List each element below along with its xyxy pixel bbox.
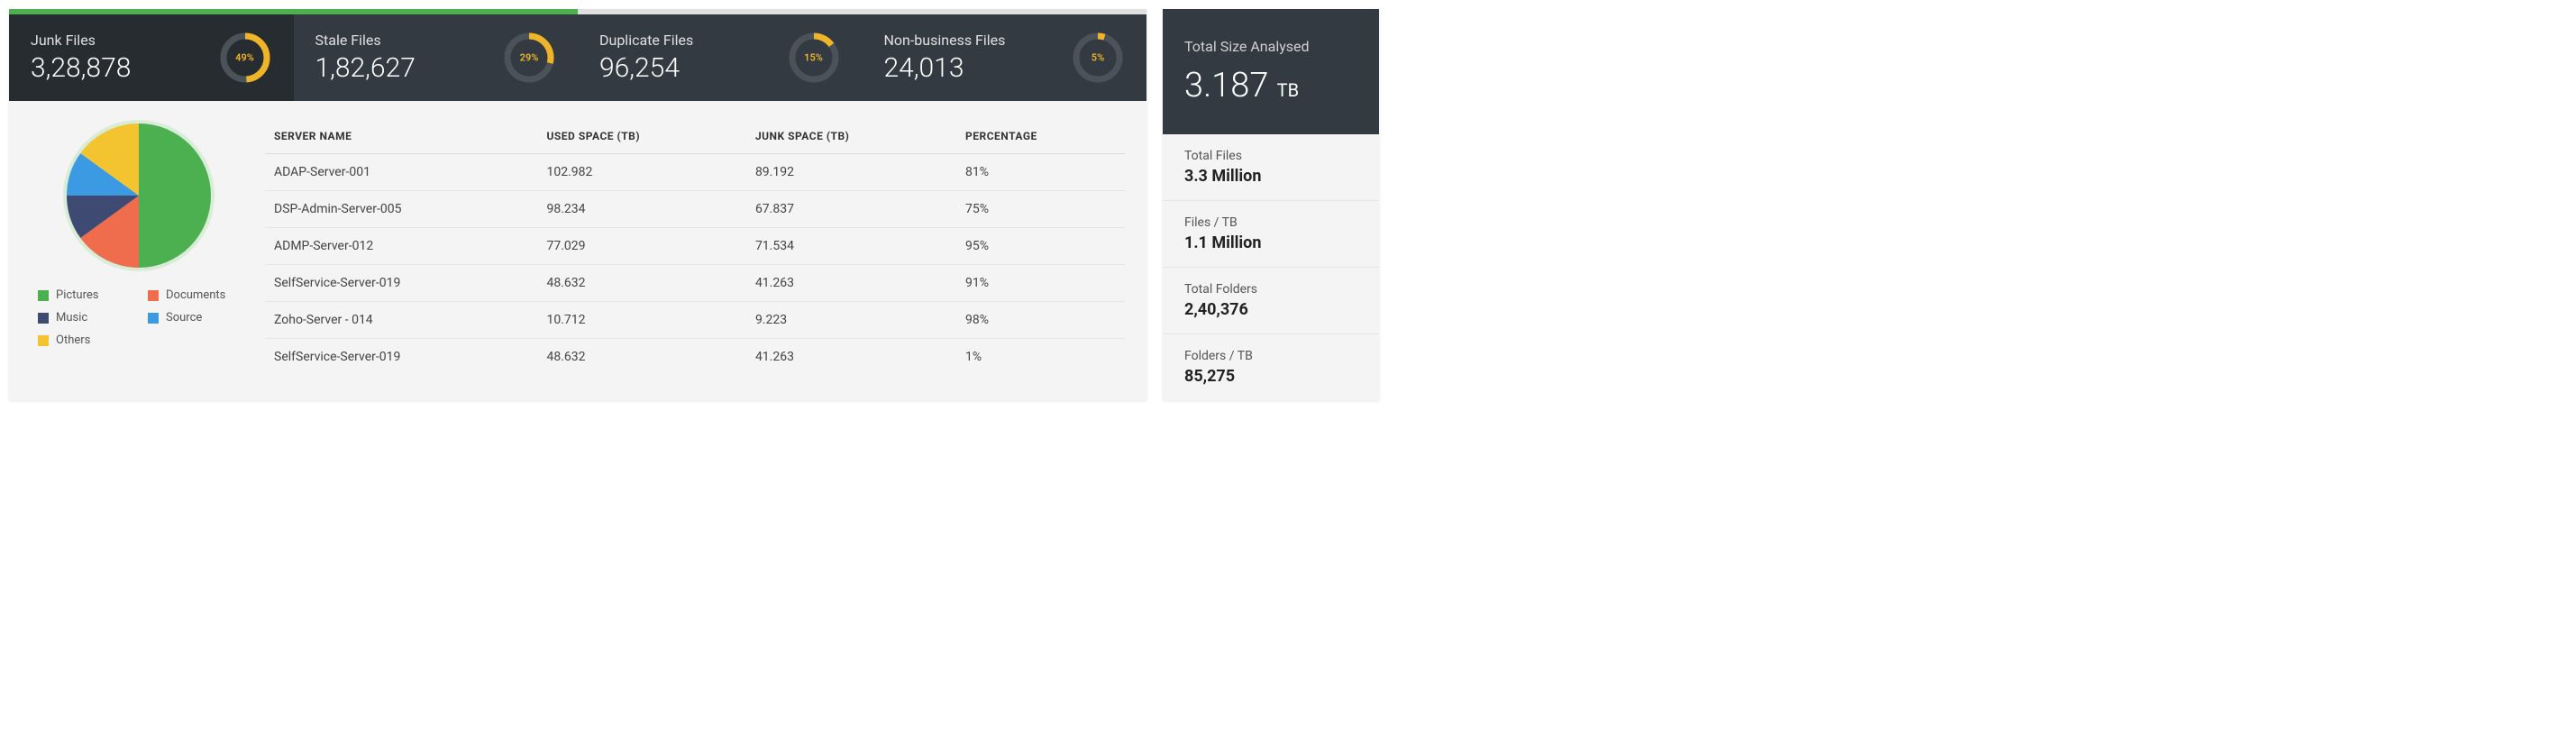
total-size-card: Total Size Analysed 3.187 TB: [1163, 9, 1379, 134]
table-row[interactable]: Zoho-Server - 01410.7129.22398%: [265, 302, 1125, 339]
info-card: Folders / TB 85,275: [1163, 334, 1379, 400]
table-row[interactable]: ADAP-Server-001102.98289.19281%: [265, 154, 1125, 191]
table-cell: 67.837: [746, 191, 956, 228]
table-cell: 98.234: [538, 191, 746, 228]
info-label: Total Folders: [1184, 282, 1357, 297]
table-cell: 41.263: [746, 265, 956, 302]
stat-label: Duplicate Files: [599, 32, 693, 49]
table-header: USED SPACE (TB): [538, 119, 746, 154]
info-card: Total Files 3.3 Million: [1163, 134, 1379, 201]
stat-card-stale-files[interactable]: Stale Files 1,82,627 29%: [294, 14, 579, 101]
legend-label: Documents: [166, 288, 225, 302]
donut-percent: 5%: [1092, 52, 1104, 64]
server-table-section: SERVER NAMEUSED SPACE (TB)JUNK SPACE (TB…: [265, 119, 1125, 375]
stat-value: 3,28,878: [31, 52, 131, 84]
donut-chart: 5%: [1071, 31, 1125, 85]
legend-swatch: [148, 290, 159, 301]
legend-item: Music: [38, 311, 130, 324]
stat-card-junk-files[interactable]: Junk Files 3,28,878 49%: [9, 14, 294, 101]
pie-chart: [62, 119, 215, 272]
table-cell: 95%: [956, 228, 1125, 265]
total-size-label: Total Size Analysed: [1184, 38, 1357, 55]
legend-swatch: [38, 335, 49, 346]
legend-swatch: [148, 313, 159, 324]
legend-label: Pictures: [56, 288, 98, 302]
table-cell: 102.982: [538, 154, 746, 191]
info-value: 3.3 Million: [1184, 167, 1357, 186]
donut-chart: 29%: [502, 31, 556, 85]
table-cell: 10.712: [538, 302, 746, 339]
info-value: 85,275: [1184, 367, 1357, 386]
table-cell: SelfService-Server-019: [265, 265, 538, 302]
table-row[interactable]: SelfService-Server-01948.63241.2631%: [265, 339, 1125, 376]
donut-chart: 15%: [787, 31, 841, 85]
table-cell: 75%: [956, 191, 1125, 228]
table-cell: 9.223: [746, 302, 956, 339]
table-row[interactable]: DSP-Admin-Server-00598.23467.83775%: [265, 191, 1125, 228]
table-header: SERVER NAME: [265, 119, 538, 154]
donut-percent: 49%: [235, 52, 254, 64]
legend-label: Source: [166, 311, 202, 324]
table-cell: 48.632: [538, 265, 746, 302]
legend-item: Source: [148, 311, 240, 324]
table-cell: 1%: [956, 339, 1125, 376]
legend-label: Others: [56, 333, 90, 347]
table-cell: 48.632: [538, 339, 746, 376]
table-cell: 81%: [956, 154, 1125, 191]
table-cell: DSP-Admin-Server-005: [265, 191, 538, 228]
info-card: Total Folders 2,40,376: [1163, 268, 1379, 334]
stat-label: Junk Files: [31, 32, 131, 49]
info-card: Files / TB 1.1 Million: [1163, 201, 1379, 268]
table-cell: SelfService-Server-019: [265, 339, 538, 376]
info-label: Folders / TB: [1184, 349, 1357, 363]
stat-label: Stale Files: [315, 32, 416, 49]
info-label: Total Files: [1184, 149, 1357, 163]
server-table: SERVER NAMEUSED SPACE (TB)JUNK SPACE (TB…: [265, 119, 1125, 375]
pie-section: Pictures Documents Music Source Others: [31, 119, 247, 375]
legend-label: Music: [56, 311, 87, 324]
legend-item: Pictures: [38, 288, 130, 302]
info-value: 2,40,376: [1184, 300, 1357, 319]
table-cell: 91%: [956, 265, 1125, 302]
side-panel: Total Size Analysed 3.187 TB Total Files…: [1163, 9, 1379, 400]
table-cell: ADMP-Server-012: [265, 228, 538, 265]
main-panel: Junk Files 3,28,878 49% Stale Files 1,82…: [9, 9, 1146, 400]
table-cell: 77.029: [538, 228, 746, 265]
total-size-value: 3.187 TB: [1184, 66, 1357, 105]
table-cell: Zoho-Server - 014: [265, 302, 538, 339]
table-header: JUNK SPACE (TB): [746, 119, 956, 154]
donut-percent: 15%: [804, 52, 823, 64]
table-header: PERCENTAGE: [956, 119, 1125, 154]
stat-card-non-business-files[interactable]: Non-business Files 24,013 5%: [863, 14, 1147, 101]
legend-swatch: [38, 290, 49, 301]
legend-item: Documents: [148, 288, 240, 302]
table-cell: ADAP-Server-001: [265, 154, 538, 191]
donut-chart: 49%: [218, 31, 272, 85]
stat-card-duplicate-files[interactable]: Duplicate Files 96,254 15%: [578, 14, 863, 101]
stat-label: Non-business Files: [884, 32, 1006, 49]
donut-percent: 29%: [520, 52, 539, 64]
table-cell: 71.534: [746, 228, 956, 265]
info-label: Files / TB: [1184, 215, 1357, 230]
table-row[interactable]: SelfService-Server-01948.63241.26391%: [265, 265, 1125, 302]
stat-value: 24,013: [884, 52, 1006, 84]
stats-row: Junk Files 3,28,878 49% Stale Files 1,82…: [9, 14, 1146, 101]
table-cell: 89.192: [746, 154, 956, 191]
legend-item: Others: [38, 333, 130, 347]
stat-value: 96,254: [599, 52, 693, 84]
table-cell: 41.263: [746, 339, 956, 376]
table-cell: 98%: [956, 302, 1125, 339]
table-row[interactable]: ADMP-Server-01277.02971.53495%: [265, 228, 1125, 265]
info-value: 1.1 Million: [1184, 233, 1357, 252]
stat-value: 1,82,627: [315, 52, 416, 84]
legend-swatch: [38, 313, 49, 324]
pie-legend: Pictures Documents Music Source Others: [31, 288, 247, 347]
